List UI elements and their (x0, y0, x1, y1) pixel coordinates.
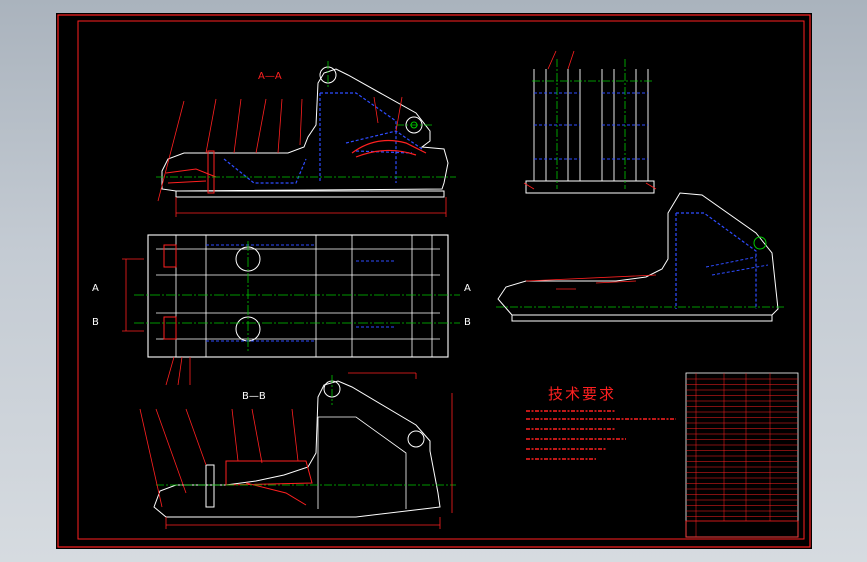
cut-a-left-label: A (92, 283, 99, 294)
plan-view[interactable]: A A B B (92, 234, 471, 386)
section-b-side-hole (407, 430, 425, 448)
engineering-drawing: A—A A A B B B—B 技术要求 (57, 14, 811, 548)
section-a-label: A—A (258, 71, 282, 82)
cut-a-right-label: A (464, 283, 471, 294)
parts-list-table[interactable] (685, 372, 799, 538)
front-view[interactable] (523, 50, 657, 194)
cad-viewport[interactable]: A—A A A B B B—B 技术要求 (56, 13, 812, 549)
front-outline (525, 180, 655, 194)
tech-requirements-title: 技术要求 (548, 385, 616, 403)
section-a-base (175, 190, 445, 198)
title-block (685, 520, 799, 538)
section-a-view[interactable]: A—A (156, 61, 456, 217)
cut-b-left-label: B (92, 317, 99, 328)
iso-view[interactable] (496, 192, 786, 322)
section-b-view[interactable]: B—B (139, 372, 456, 529)
cut-b-right-label: B (464, 317, 471, 328)
tech-requirements: 技术要求 (526, 385, 676, 460)
section-a-hidden (223, 92, 423, 184)
iso-outline (497, 192, 779, 316)
section-b-label: B—B (242, 391, 266, 402)
